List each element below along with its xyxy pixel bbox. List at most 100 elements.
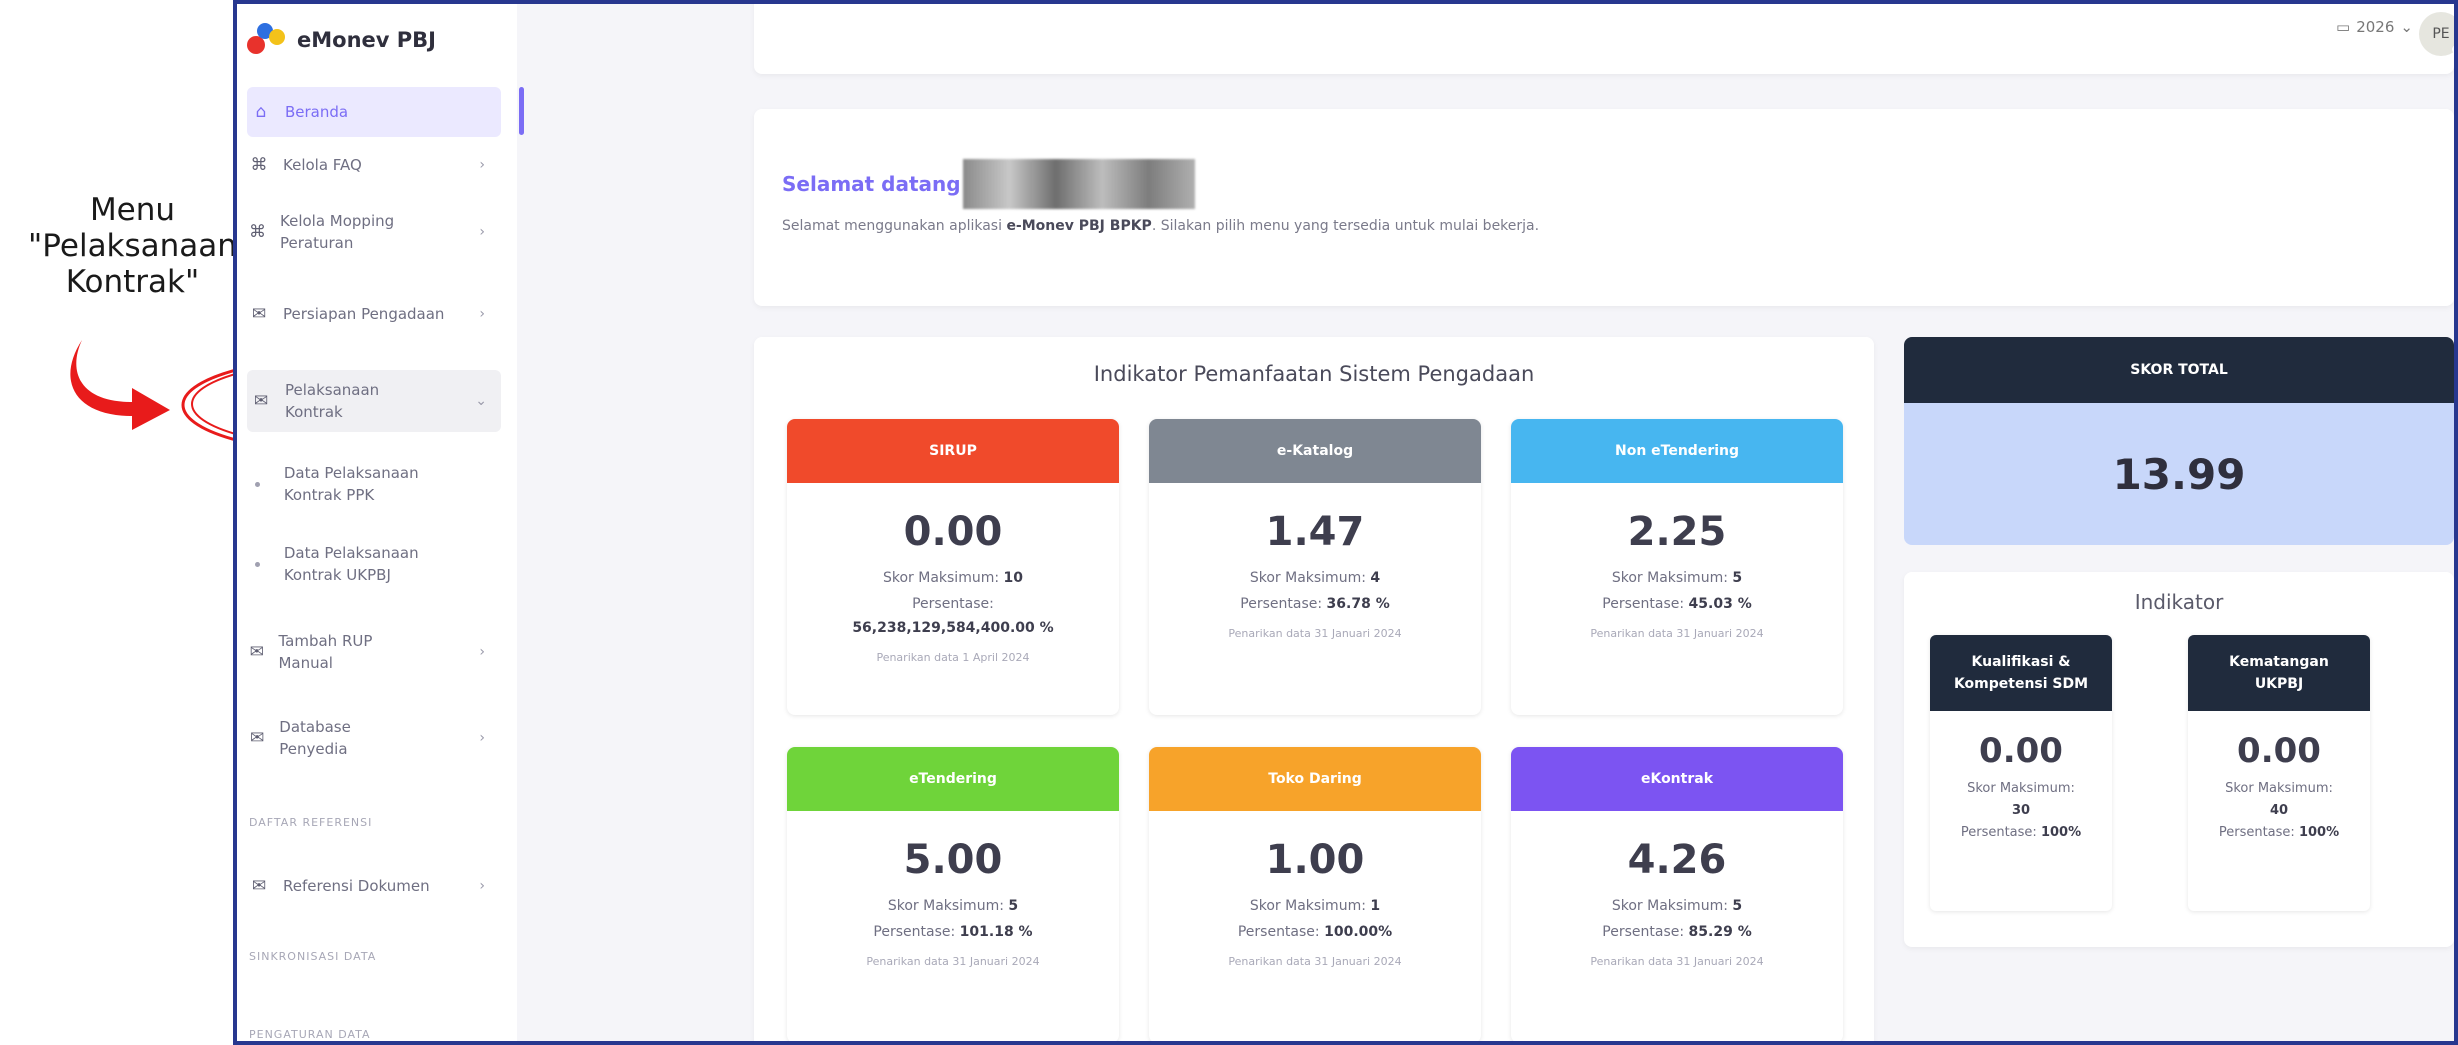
tile-pct: 56,238,129,584,400.00 %	[852, 620, 1054, 636]
tile-max: Skor Maksimum: 1	[1149, 897, 1481, 915]
card-title: Indikator Pemanfaatan Sistem Pengadaan	[1093, 362, 1535, 386]
chevron-right-icon: ›	[479, 644, 485, 660]
sidebar-item-label: Kelola FAQ	[283, 156, 362, 174]
tile-note: Penarikan data 1 April 2024	[876, 651, 1030, 664]
pct-value: 100%	[2298, 825, 2340, 840]
command-icon: ⌘	[249, 222, 266, 242]
welcome-text-pre: Selamat menggunakan aplikasi	[782, 218, 1007, 234]
chevron-right-icon: ›	[479, 878, 485, 894]
tile-note: Penarikan data 31 Januari 2024	[1590, 955, 1764, 968]
sidebar-item-kelola-faq[interactable]: ⌘ Kelola FAQ ›	[237, 147, 499, 183]
tile-non-etendering: Non eTendering 2.25 Skor Maksimum: 5 Per…	[1511, 419, 1843, 715]
command-icon: ⌘	[250, 155, 268, 175]
online-status-dot	[2452, 45, 2454, 54]
year-selector[interactable]: ▭ 2026 ⌄	[2336, 18, 2413, 36]
tile-note: Penarikan data 31 Januari 2024	[866, 955, 1040, 968]
sidebar-item-label: Pelaksanaan Kontrak	[285, 381, 380, 421]
sidebar-item-referensi-dokumen[interactable]: ✉ Referensi Dokumen ›	[237, 868, 499, 904]
tile-score: 5.00	[903, 837, 1003, 883]
skor-total-card: SKOR TOTAL 13.99	[1904, 337, 2454, 545]
tile-header-line2: Kompetensi SDM	[1953, 676, 2089, 692]
pct-label: Persentase:	[873, 924, 956, 940]
avatar-initials: PE	[2432, 26, 2450, 42]
pct-label: Persentase:	[1602, 596, 1685, 612]
welcome-text-app: e-Monev PBJ BPKP	[1006, 218, 1152, 234]
pct-label: Persentase:	[1237, 924, 1320, 940]
tile-score: 0.00	[1979, 731, 2063, 771]
welcome-text-post: . Silakan pilih menu yang tersedia untuk…	[1151, 218, 1540, 234]
pct-label: Persentase:	[2218, 825, 2295, 840]
tile-pct-line: Persentase: 100.00%	[1149, 923, 1481, 941]
chevron-right-icon: ›	[479, 157, 485, 173]
section-label-sinkronisasi: SINKRONISASI DATA	[249, 950, 377, 963]
sidebar-subitem-label: Data Pelaksanaan Kontrak UKPBJ	[283, 544, 419, 584]
brand[interactable]: eMonev PBJ	[247, 18, 436, 62]
tile-max: Skor Maksimum: 10	[787, 569, 1119, 587]
section-label-pengaturan: PENGATURAN DATA	[249, 1028, 371, 1041]
max-label: Skor Maksimum:	[882, 570, 1000, 586]
tile-note: Penarikan data 31 Januari 2024	[1228, 627, 1402, 640]
pct-value: 45.03 %	[1688, 596, 1752, 612]
skor-total-label: SKOR TOTAL	[1904, 337, 2454, 403]
sidebar-item-label: Database Penyedia	[279, 718, 351, 758]
year-value: 2026	[2356, 18, 2395, 36]
sidebar-item-pelaksanaan-kontrak[interactable]: ✉ Pelaksanaan Kontrak ⌄	[247, 370, 501, 432]
chevron-right-icon: ›	[479, 306, 485, 322]
avatar[interactable]: PE	[2419, 12, 2454, 56]
app-window: eMonev PBJ ⌂ Beranda ⌘ Kelola FAQ › ⌘ Ke…	[233, 0, 2458, 1045]
sidebar-item-tambah-rup[interactable]: ✉ Tambah RUP Manual ›	[237, 624, 485, 680]
tile-kematangan-ukpbj: Kematangan UKPBJ 0.00 Skor Maksimum: 40 P…	[2188, 635, 2370, 911]
tile-note: Penarikan data 31 Januari 2024	[1228, 955, 1402, 968]
tile-kualifikasi-sdm: Kualifikasi & Kompetensi SDM 0.00 Skor Ma…	[1930, 635, 2112, 911]
sidebar-item-label: Kelola Mopping Peraturan	[280, 212, 395, 252]
max-label: Skor Maksimum:	[1611, 570, 1728, 586]
stage: Menu "Pelaksanaan Kontrak" eMonev PBJ ⌂ …	[0, 0, 2458, 1045]
card-title: Indikator	[2134, 590, 2224, 614]
mail-icon: ✉	[253, 391, 269, 411]
tile-header: e-Katalog	[1149, 419, 1481, 483]
tile-max: Skor Maksimum: 5	[787, 897, 1119, 915]
tile-header: SIRUP	[787, 419, 1119, 483]
section-label-daftar-referensi: DAFTAR REFERENSI	[249, 816, 373, 829]
tile-pct-line: Persentase: 101.18 %	[787, 923, 1119, 941]
annotation-label: Menu "Pelaksanaan Kontrak"	[20, 192, 245, 300]
sidebar-item-persiapan-pengadaan[interactable]: ✉ Persiapan Pengadaan ›	[237, 286, 485, 342]
brand-name: eMonev PBJ	[297, 28, 436, 52]
welcome-greeting: Selamat datang	[782, 172, 961, 196]
tile-max: Skor Maksimum: 5	[1511, 569, 1843, 587]
pct-value: 101.18 %	[959, 924, 1033, 940]
tile-score: 2.25	[1627, 509, 1727, 555]
skor-total-value: 13.99	[1904, 403, 2454, 545]
topbar: ▭ 2026 ⌄ PE	[754, 4, 2454, 74]
indikator-pemanfaatan-card: Indikator Pemanfaatan Sistem Pengadaan S…	[754, 337, 1874, 1041]
sidebar-item-kelola-mopping[interactable]: ⌘ Kelola Mopping Peraturan ›	[237, 204, 485, 260]
sidebar-subitem-label: Data Pelaksanaan Kontrak PPK	[283, 464, 419, 504]
tile-pct-label: Persentase:	[912, 596, 994, 612]
tile-header: Toko Daring	[1149, 747, 1481, 811]
bullet-icon	[255, 481, 260, 487]
tile-max: Skor Maksimum: 4	[1149, 569, 1481, 587]
calendar-icon: ▭	[2336, 18, 2351, 36]
tile-score: 1.47	[1265, 509, 1365, 555]
welcome-title: Selamat datang	[782, 159, 1195, 209]
max-label: Skor Maksimum:	[887, 898, 1004, 914]
pct-value: 100.00%	[1324, 924, 1393, 940]
sidebar-subitem-kontrak-ukpbj[interactable]: Data Pelaksanaan Kontrak UKPBJ	[237, 536, 477, 592]
pct-label: Persentase:	[1602, 924, 1685, 940]
sidebar-subitem-kontrak-ppk[interactable]: Data Pelaksanaan Kontrak PPK	[237, 456, 477, 512]
sidebar-item-beranda[interactable]: ⌂ Beranda	[247, 87, 501, 137]
tile-ekontrak: eKontrak 4.26 Skor Maksimum: 5 Persentas…	[1511, 747, 1843, 1041]
welcome-text: Selamat menggunakan aplikasi e-Monev PBJ…	[782, 215, 1722, 237]
active-indicator	[519, 87, 524, 135]
tile-score: 1.00	[1265, 837, 1365, 883]
tile-pct-line: Persentase: 100%	[1930, 823, 2112, 843]
sidebar-item-database-penyedia[interactable]: ✉ Database Penyedia ›	[237, 710, 485, 766]
annotation-text: Menu "Pelaksanaan Kontrak"	[28, 192, 237, 300]
redacted-username	[962, 159, 1195, 209]
pct-value: 36.78 %	[1326, 596, 1390, 612]
chevron-right-icon: ›	[479, 224, 485, 240]
chevron-right-icon: ›	[479, 730, 485, 746]
annotation-arrow-icon	[70, 340, 170, 430]
mail-icon: ✉	[251, 876, 267, 896]
max-value: 10	[1003, 570, 1024, 586]
